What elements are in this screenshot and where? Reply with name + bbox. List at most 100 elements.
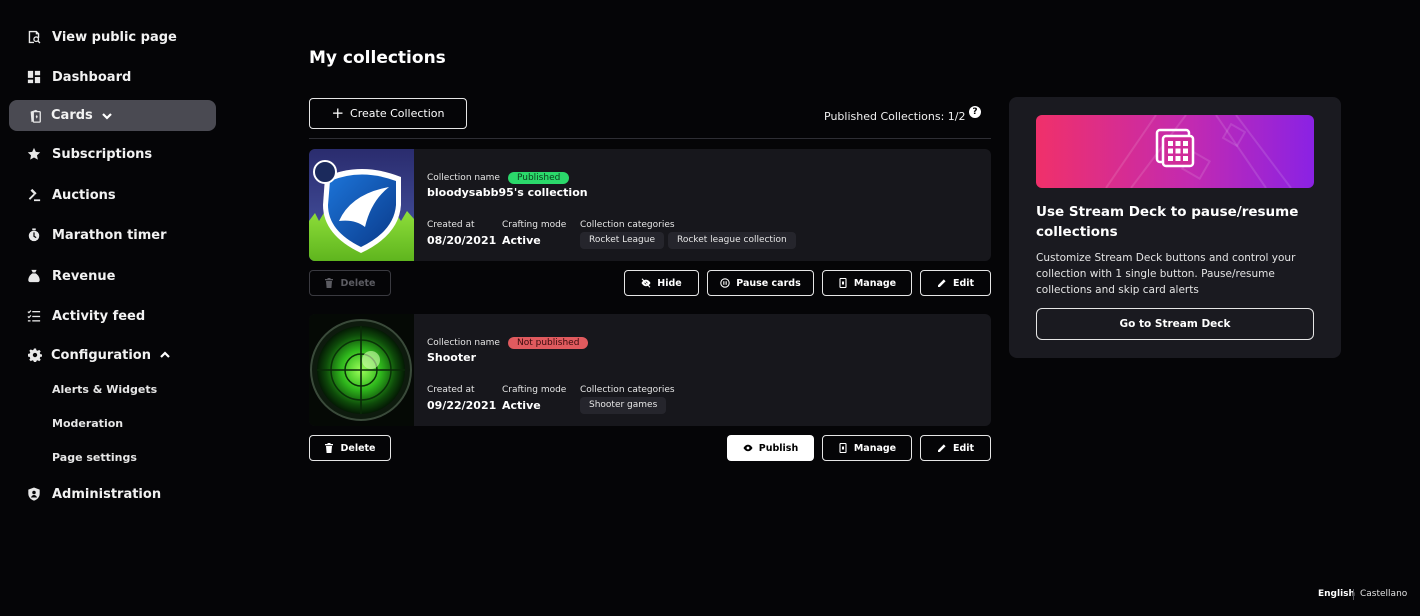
collection-card: Collection name Not published Shooter Cr… [309,314,991,426]
divider [309,138,991,139]
rocket-league-thumbnail [309,149,414,261]
sidebar-item-subscriptions[interactable]: Subscriptions [9,138,216,170]
sidebar-item-cards[interactable]: Cards [9,100,216,131]
pause-cards-label: Pause cards [736,277,801,289]
sidebar-item-marathon-timer[interactable]: Marathon timer [9,219,216,251]
manage-label: Manage [853,277,897,289]
created-at-value: 08/20/2021 [427,234,497,247]
plus-icon: + [331,104,345,122]
sidebar-item-revenue[interactable]: Revenue [9,260,216,292]
pencil-icon [937,444,946,452]
collection-name-label: Collection name [427,338,500,348]
crafting-mode-label: Crafting mode [502,220,567,230]
shield-user-icon [26,486,42,502]
delete-button[interactable]: Delete [309,435,391,461]
edit-label: Edit [952,277,975,289]
sidebar-item-label: Dashboard [52,69,132,85]
collection-categories-label: Collection categories [580,385,675,395]
sidebar-item-dashboard[interactable]: Dashboard [9,61,216,93]
stream-deck-description: Customize Stream Deck buttons and contro… [1036,252,1296,296]
search-page-icon [26,29,42,45]
stream-deck-panel: Use Stream Deck to pause/resume collecti… [1009,97,1341,358]
manage-button[interactable]: Manage [822,270,912,296]
crafting-mode-label: Crafting mode [502,385,567,395]
delete-button: Delete [309,270,391,296]
sidebar-item-label: View public page [52,29,177,45]
language-separator [1353,589,1354,600]
sidebar-item-label: Configuration [51,347,151,363]
sidebar-item-label: Administration [52,486,162,502]
edit-button[interactable]: Edit [920,270,991,296]
eye-slash-icon [641,278,651,288]
manage-button[interactable]: Manage [822,435,912,461]
collection-name: bloodysabb95's collection [427,186,588,199]
created-at-label: Created at [427,220,475,230]
pause-cards-button[interactable]: Pause cards [707,270,814,296]
list-icon [26,308,42,324]
sidebar-subitem-page-settings[interactable]: Page settings [52,451,137,464]
pause-circle-icon [720,278,731,288]
sidebar-subitem-alerts-widgets[interactable]: Alerts & Widgets [52,383,157,396]
sidebar-item-configuration[interactable]: Configuration [9,339,216,371]
sidebar-item-label: Activity feed [52,308,146,324]
help-icon[interactable]: ? [969,106,981,118]
shooter-scope-thumbnail [309,314,414,426]
card-icon [839,443,847,453]
page-title: My collections [309,48,446,68]
collection-name-label: Collection name [427,173,500,183]
language-castellano[interactable]: Castellano [1360,589,1407,599]
category-chip: Rocket league collection [668,232,796,249]
delete-label: Delete [340,442,376,454]
chevron-down-icon [101,110,113,122]
dashboard-icon [26,69,42,85]
created-at-label: Created at [427,385,475,395]
collection-card: Collection name Published bloodysabb95's… [309,149,991,261]
crafting-mode-value: Active [502,234,541,247]
money-bag-icon [26,268,42,284]
cards-icon [27,108,43,124]
delete-label: Delete [340,277,376,289]
timer-icon [26,227,42,243]
category-chip: Shooter games [580,397,667,414]
sidebar-item-activity-feed[interactable]: Activity feed [9,300,216,332]
hide-label: Hide [657,277,682,289]
sidebar-item-view-public-page[interactable]: View public page [9,21,216,53]
published-collections-count: Published Collections: 1/2 [824,110,966,123]
collection-name: Shooter [427,351,477,364]
create-collection-button[interactable]: + Create Collection [309,98,467,129]
hide-button[interactable]: Hide [624,270,699,296]
sidebar-item-label: Auctions [52,187,116,203]
collection-categories-label: Collection categories [580,220,675,230]
sidebar-item-label: Cards [51,108,93,123]
eye-icon [743,444,753,452]
crafting-mode-value: Active [502,399,541,412]
publish-label: Publish [758,442,799,454]
language-english[interactable]: English [1318,589,1355,599]
sidebar: View public page Dashboard Cards Subscri… [0,0,230,616]
pencil-icon [937,279,946,287]
category-chip: Rocket League [580,232,664,249]
star-icon [26,146,42,162]
sidebar-item-auctions[interactable]: Auctions [9,179,216,211]
sidebar-item-label: Revenue [52,268,116,284]
sidebar-subitem-moderation[interactable]: Moderation [52,417,123,430]
create-collection-label: Create Collection [350,107,445,120]
edit-button[interactable]: Edit [920,435,991,461]
created-at-value: 09/22/2021 [427,399,497,412]
sidebar-item-administration[interactable]: Administration [9,478,216,510]
stream-deck-icon [1155,128,1195,168]
card-icon [839,278,847,288]
gavel-icon [26,187,42,203]
status-badge: Not published [508,337,589,349]
go-to-stream-deck-button[interactable]: Go to Stream Deck [1036,308,1314,340]
gear-icon [27,347,43,363]
publish-button[interactable]: Publish [727,435,814,461]
stream-deck-title: Use Stream Deck to pause/resume collecti… [1036,204,1299,240]
trash-icon [325,278,334,288]
edit-label: Edit [952,442,975,454]
status-badge: Published [508,172,570,184]
chevron-up-icon [159,349,171,361]
sidebar-item-label: Subscriptions [52,146,153,162]
manage-label: Manage [853,442,897,454]
stream-deck-banner [1036,115,1314,188]
